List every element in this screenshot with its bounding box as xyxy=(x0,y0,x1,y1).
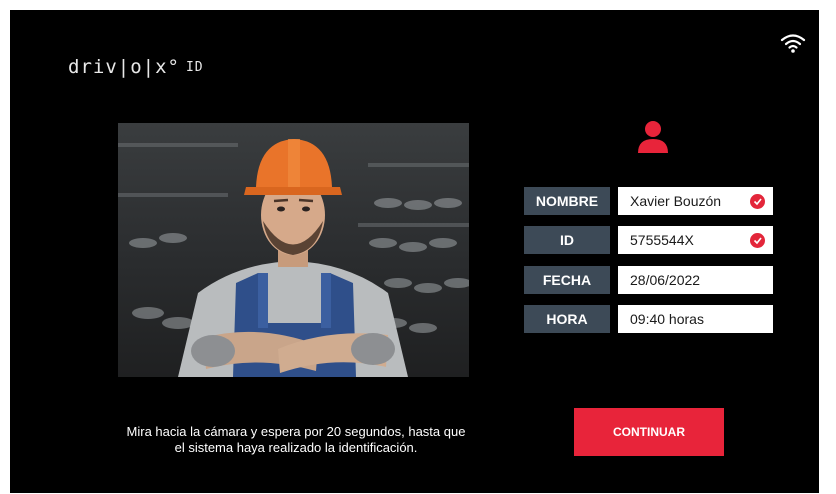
verified-check-icon xyxy=(750,194,765,209)
logo-suffix: ID xyxy=(185,60,204,75)
camera-photo xyxy=(118,123,469,377)
brand-logo: driv|o|x° ID xyxy=(68,56,204,78)
nombre-text: Xavier Bouzón xyxy=(630,193,722,209)
nombre-label: NOMBRE xyxy=(524,187,610,215)
id-value: 5755544X xyxy=(618,226,773,254)
instructions-line-1: Mira hacia la cámara y espera por 20 seg… xyxy=(126,424,466,439)
id-text: 5755544X xyxy=(630,232,694,248)
instructions-text: Mira hacia la cámara y espera por 20 seg… xyxy=(96,424,496,456)
logo-text: driv|o|x° xyxy=(68,56,180,78)
wifi-icon xyxy=(780,34,806,53)
continue-button[interactable]: CONTINUAR xyxy=(574,408,724,456)
fecha-value: 28/06/2022 xyxy=(618,266,773,294)
id-label: ID xyxy=(524,226,610,254)
hora-value: 09:40 horas xyxy=(618,305,773,333)
hora-label: HORA xyxy=(524,305,610,333)
nombre-value: Xavier Bouzón xyxy=(618,187,773,215)
instructions-line-2: el sistema haya realizado la identificac… xyxy=(174,440,418,455)
hora-text: 09:40 horas xyxy=(630,311,704,327)
user-icon xyxy=(638,121,668,153)
fecha-text: 28/06/2022 xyxy=(630,272,701,288)
fecha-label: FECHA xyxy=(524,266,610,294)
kiosk-screen: driv|o|x° ID NOMBRE Xavier Bouzón ID 575… xyxy=(10,10,819,493)
verified-check-icon xyxy=(750,233,765,248)
